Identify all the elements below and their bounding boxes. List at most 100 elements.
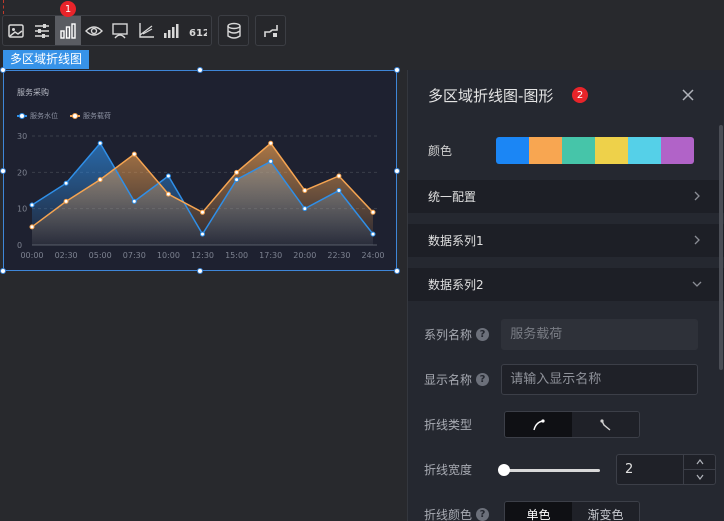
help-icon[interactable]: ? (476, 373, 490, 386)
axis-icon (139, 22, 154, 38)
toolbar-interaction-group (255, 15, 286, 46)
chevron-up-icon (696, 459, 703, 465)
monitor-icon (112, 22, 128, 38)
series-area-2 (32, 143, 373, 245)
x-tick-label: 20:00 (293, 251, 316, 260)
line-width-row: 折线宽度 2 (424, 447, 716, 492)
increment-button[interactable] (684, 455, 715, 469)
section-label: 数据系列2 (428, 278, 484, 292)
y-tick-label: 10 (17, 205, 27, 214)
color-swatch-1[interactable] (496, 136, 529, 164)
curve-line-icon (532, 418, 545, 430)
decrement-button[interactable] (684, 469, 715, 484)
chart-tool-button[interactable]: 1 (55, 1, 81, 45)
bars-tool-button[interactable] (159, 16, 185, 45)
bar-chart-icon (60, 22, 76, 39)
line-width-stepper: 2 (616, 454, 716, 485)
slider-thumb[interactable] (498, 463, 510, 476)
resize-handle-r[interactable] (394, 168, 400, 174)
digits-tool-button[interactable]: 612 (185, 16, 211, 45)
color-palette[interactable] (496, 136, 694, 164)
x-tick-label: 00:00 (20, 251, 43, 260)
visibility-tool-button[interactable] (81, 16, 107, 45)
axis-tool-button[interactable] (133, 16, 159, 45)
data-point-1 (200, 231, 205, 237)
polyline-icon (599, 418, 610, 431)
line-color-toggle: 单色 渐变色 (504, 501, 640, 521)
help-icon[interactable]: ? (476, 508, 490, 521)
line-width-value[interactable]: 2 (617, 455, 683, 484)
resize-handle-b[interactable] (197, 268, 203, 274)
link-icon (263, 24, 278, 37)
digits-icon: 612 (189, 28, 207, 39)
chart-plot: 0 10 20 30 00:00 02:30 05:00 07:30 10:00 12:30 15:… (17, 132, 385, 260)
image-icon (8, 23, 24, 38)
data-point-2 (97, 177, 103, 183)
chart-component[interactable]: 服务采购 服务水位 服务载荷 0 10 20 30 00:00 02:30 05:00 07:… (3, 70, 397, 271)
section-series-1[interactable]: 数据系列1 (408, 224, 724, 257)
line-color-solid-button[interactable]: 单色 (505, 502, 572, 521)
series-name-label: 系列名称 (424, 328, 473, 342)
data-source-button[interactable] (219, 16, 248, 45)
data-point-1 (97, 140, 103, 146)
section-label: 数据系列1 (428, 234, 484, 248)
x-tick-label: 17:30 (259, 251, 282, 260)
resize-handle-tl[interactable] (0, 67, 6, 73)
toolbar-data-group (218, 15, 249, 46)
guide-line (3, 0, 4, 14)
data-point-1 (165, 173, 171, 179)
display-name-row: 显示名称? 请输入显示名称 (424, 357, 698, 402)
chevron-right-icon (694, 191, 700, 201)
section-label: 统一配置 (428, 190, 477, 204)
image-tool-button[interactable] (3, 16, 29, 45)
color-swatch-2[interactable] (529, 136, 562, 164)
chevron-right-icon (694, 235, 700, 245)
help-icon[interactable]: ? (476, 328, 490, 341)
display-name-label: 显示名称 (424, 373, 473, 387)
panel-header: 多区域折线图-图形 2 (408, 70, 724, 120)
line-type-curve-button[interactable] (505, 412, 572, 437)
eye-icon (85, 25, 103, 36)
settings-tool-button[interactable] (29, 16, 55, 45)
data-point-1 (302, 206, 308, 212)
resize-handle-br[interactable] (394, 268, 400, 274)
line-width-slider[interactable] (498, 460, 600, 480)
series-2-form: 系列名称? 服务载荷 显示名称? 请输入显示名称 折线类型 折线宽度 2 折线颜… (408, 312, 724, 521)
line-color-gradient-button[interactable]: 渐变色 (572, 502, 639, 521)
signal-bars-icon (164, 23, 179, 38)
interaction-button[interactable] (256, 16, 285, 45)
color-swatch-3[interactable] (562, 136, 595, 164)
data-point-2 (336, 173, 342, 179)
property-panel: 多区域折线图-图形 2 颜色 统一配置 数据系列1 数据系列2 系列名称? 服务… (407, 70, 724, 521)
display-name-input[interactable]: 请输入显示名称 (501, 364, 698, 395)
component-name-tag: 多区域折线图 (3, 50, 90, 69)
resize-handle-tr[interactable] (394, 67, 400, 73)
data-point-2 (370, 209, 376, 215)
line-type-polyline-button[interactable] (572, 412, 639, 437)
y-tick-label: 0 (17, 241, 22, 250)
close-icon[interactable] (680, 87, 696, 103)
resize-handle-l[interactable] (0, 168, 6, 174)
color-swatch-4[interactable] (595, 136, 628, 164)
data-point-2 (63, 198, 69, 204)
line-type-toggle (504, 411, 640, 438)
color-swatch-5[interactable] (628, 136, 661, 164)
panel-scrollbar[interactable] (719, 125, 723, 370)
color-swatch-6[interactable] (661, 136, 694, 164)
data-point-1 (268, 158, 274, 164)
section-unified-config[interactable]: 统一配置 (408, 180, 724, 213)
data-point-2 (234, 169, 240, 175)
data-point-1 (131, 198, 137, 204)
data-point-1 (370, 231, 376, 237)
x-tick-label: 05:00 (89, 251, 112, 260)
section-series-2[interactable]: 数据系列2 (408, 268, 724, 301)
resize-handle-bl[interactable] (0, 268, 6, 274)
line-type-label: 折线类型 (424, 418, 473, 432)
color-row: 颜色 (408, 120, 724, 180)
data-point-2 (268, 140, 274, 146)
resize-handle-t[interactable] (197, 67, 203, 73)
display-tool-button[interactable] (107, 16, 133, 45)
color-label: 颜色 (428, 143, 453, 158)
line-type-row: 折线类型 (424, 402, 698, 447)
x-tick-label: 22:30 (327, 251, 350, 260)
